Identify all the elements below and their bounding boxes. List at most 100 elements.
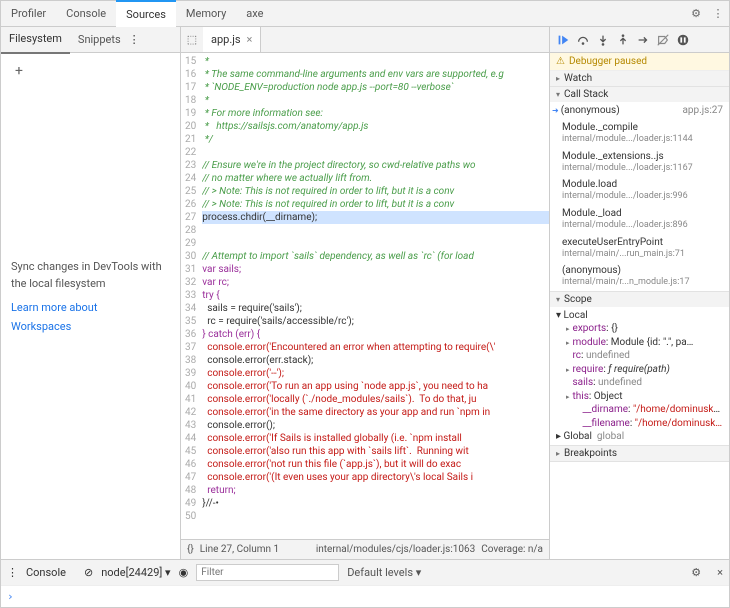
code-line[interactable]: */: [202, 133, 549, 146]
more-icon[interactable]: ⋮: [707, 7, 729, 20]
file-nav-icon[interactable]: ⬚: [181, 33, 203, 46]
scope-variable[interactable]: rc: undefined: [554, 349, 725, 363]
code-line[interactable]: * The same command-line arguments and en…: [202, 68, 549, 81]
code-line[interactable]: *: [202, 94, 549, 107]
scope-variable[interactable]: module: Module {id: ".", pa…: [554, 336, 725, 350]
code-line[interactable]: console.error('(It even uses your app di…: [202, 471, 549, 484]
editor-status-bar: {} Line 27, Column 1 internal/modules/cj…: [181, 539, 549, 559]
step-into-icon[interactable]: [594, 31, 612, 49]
code-editor[interactable]: 1516171819202122232425262728293031323334…: [181, 53, 549, 539]
code-line[interactable]: * `NODE_ENV=production node app.js --por…: [202, 81, 549, 94]
pause-exceptions-icon[interactable]: [674, 31, 692, 49]
callstack-frame[interactable]: (anonymous)app.js:27: [550, 102, 729, 119]
code-line[interactable]: console.error(err.stack);: [202, 354, 549, 367]
console-more-icon[interactable]: ⋮: [7, 566, 18, 579]
code-line[interactable]: var sails;: [202, 263, 549, 276]
close-icon[interactable]: ×: [247, 27, 253, 52]
callstack-section[interactable]: Call Stack: [550, 87, 729, 102]
code-line[interactable]: } catch (err) {: [202, 328, 549, 341]
code-line[interactable]: sails = require('sails');: [202, 302, 549, 315]
code-line[interactable]: *: [202, 55, 549, 68]
code-line[interactable]: console.error('not run this file (`app.j…: [202, 458, 549, 471]
scope-global[interactable]: ▸ Global global: [554, 430, 725, 443]
step-out-icon[interactable]: [614, 31, 632, 49]
code-line[interactable]: [202, 224, 549, 237]
callstack-frame[interactable]: (anonymous)internal/main/r...n_module.js…: [550, 262, 729, 291]
code-line[interactable]: return;: [202, 484, 549, 497]
callstack-frame[interactable]: Module._extensions..jsinternal/module...…: [550, 148, 729, 177]
console-prompt[interactable]: ›: [1, 585, 729, 607]
callstack-frame[interactable]: Module._loadinternal/module.../loader.js…: [550, 205, 729, 234]
braces-icon[interactable]: {}: [187, 544, 194, 555]
code-line[interactable]: console.error('also run this app with `s…: [202, 445, 549, 458]
step-icon[interactable]: [634, 31, 652, 49]
code-line[interactable]: // > Note: This is not required in order…: [202, 198, 549, 211]
scope-variable[interactable]: this: Object: [554, 390, 725, 404]
tab-axe[interactable]: axe: [236, 1, 273, 27]
scope-variable[interactable]: sails: undefined: [554, 376, 725, 390]
code-line[interactable]: console.error('--');: [202, 367, 549, 380]
code-line[interactable]: [202, 146, 549, 159]
debugger-paused-banner: Debugger paused: [550, 53, 729, 71]
resume-icon[interactable]: [554, 31, 572, 49]
scope-variable[interactable]: require: ƒ require(path): [554, 363, 725, 377]
scope-local[interactable]: ▾ Local: [554, 309, 725, 322]
tab-profiler[interactable]: Profiler: [1, 1, 56, 27]
code-line[interactable]: console.error('locally (`./node_modules/…: [202, 393, 549, 406]
code-line[interactable]: // no matter where we actually lift from…: [202, 172, 549, 185]
tab-sources[interactable]: Sources: [116, 0, 176, 28]
context-selector[interactable]: node[24429] ▾: [101, 566, 170, 579]
code-line[interactable]: [202, 237, 549, 250]
add-folder-button[interactable]: +: [15, 63, 170, 79]
code-line[interactable]: * For more information see:: [202, 107, 549, 120]
console-label: Console: [26, 566, 66, 579]
coverage-label: Coverage: n/a: [481, 544, 543, 555]
scope-variable[interactable]: exports: {}: [554, 322, 725, 336]
console-settings-icon[interactable]: ⚙: [691, 566, 701, 579]
code-line[interactable]: var rc;: [202, 276, 549, 289]
filesystem-tab[interactable]: Filesystem: [1, 26, 70, 54]
code-line[interactable]: console.error('To run an app using `node…: [202, 380, 549, 393]
code-line[interactable]: // > Note: This is not required in order…: [202, 185, 549, 198]
workspaces-link[interactable]: Workspaces: [11, 319, 170, 336]
sync-message: Sync changes in DevTools with the local …: [11, 260, 162, 290]
console-filter-input[interactable]: [196, 564, 339, 581]
code-line[interactable]: [202, 510, 549, 523]
log-levels-selector[interactable]: Default levels ▾: [347, 566, 421, 579]
callstack-frame[interactable]: Module._compileinternal/module.../loader…: [550, 119, 729, 148]
learn-more-link[interactable]: Learn more about: [11, 300, 170, 317]
code-line[interactable]: }//-•: [202, 497, 549, 510]
step-over-icon[interactable]: [574, 31, 592, 49]
file-tab-appjs[interactable]: app.js ×: [203, 27, 261, 52]
code-line[interactable]: process.chdir(__dirname);: [202, 211, 549, 224]
scope-section[interactable]: Scope: [550, 292, 729, 307]
console-close-icon[interactable]: ×: [717, 566, 723, 579]
code-line[interactable]: * https://sailsjs.com/anatomy/app.js: [202, 120, 549, 133]
code-line[interactable]: console.error();: [202, 419, 549, 432]
navigator-more-icon[interactable]: ⋮: [129, 33, 140, 46]
code-line[interactable]: // Attempt to import `sails` dependency,…: [202, 250, 549, 263]
callstack-frame[interactable]: executeUserEntryPointinternal/main/...ru…: [550, 234, 729, 263]
code-line[interactable]: console.error('Encountered an error when…: [202, 341, 549, 354]
tab-memory[interactable]: Memory: [176, 1, 236, 27]
scope-variable[interactable]: __dirname: "/home/dominuske…: [554, 403, 725, 417]
eye-icon[interactable]: ◉: [179, 566, 189, 579]
snippets-tab[interactable]: Snippets: [70, 27, 129, 53]
navigator-sidebar: Filesystem Snippets ⋮ + Sync changes in …: [1, 27, 181, 559]
settings-icon[interactable]: ⚙: [685, 7, 707, 20]
breakpoints-section[interactable]: Breakpoints: [550, 446, 729, 461]
code-line[interactable]: // Ensure we're in the project directory…: [202, 159, 549, 172]
deactivate-breakpoints-icon[interactable]: [654, 31, 672, 49]
code-line[interactable]: try {: [202, 289, 549, 302]
debugger-sidebar: Debugger paused Watch Call Stack (anonym…: [549, 27, 729, 559]
scope-variable[interactable]: __filename: "/home/dominusk…: [554, 417, 725, 431]
code-line[interactable]: console.error('in the same directory as …: [202, 406, 549, 419]
callstack-frame[interactable]: Module.loadinternal/module.../loader.js:…: [550, 176, 729, 205]
debugger-toolbar: [550, 27, 729, 53]
tab-console[interactable]: Console: [56, 1, 116, 27]
top-tab-bar: Profiler Console Sources Memory axe ⚙ ⋮: [1, 1, 729, 27]
watch-section[interactable]: Watch: [550, 71, 729, 86]
code-line[interactable]: rc = require('sails/accessible/rc');: [202, 315, 549, 328]
source-map-link[interactable]: internal/modules/cjs/loader.js:1063: [316, 544, 475, 555]
code-line[interactable]: console.error('If Sails is installed glo…: [202, 432, 549, 445]
